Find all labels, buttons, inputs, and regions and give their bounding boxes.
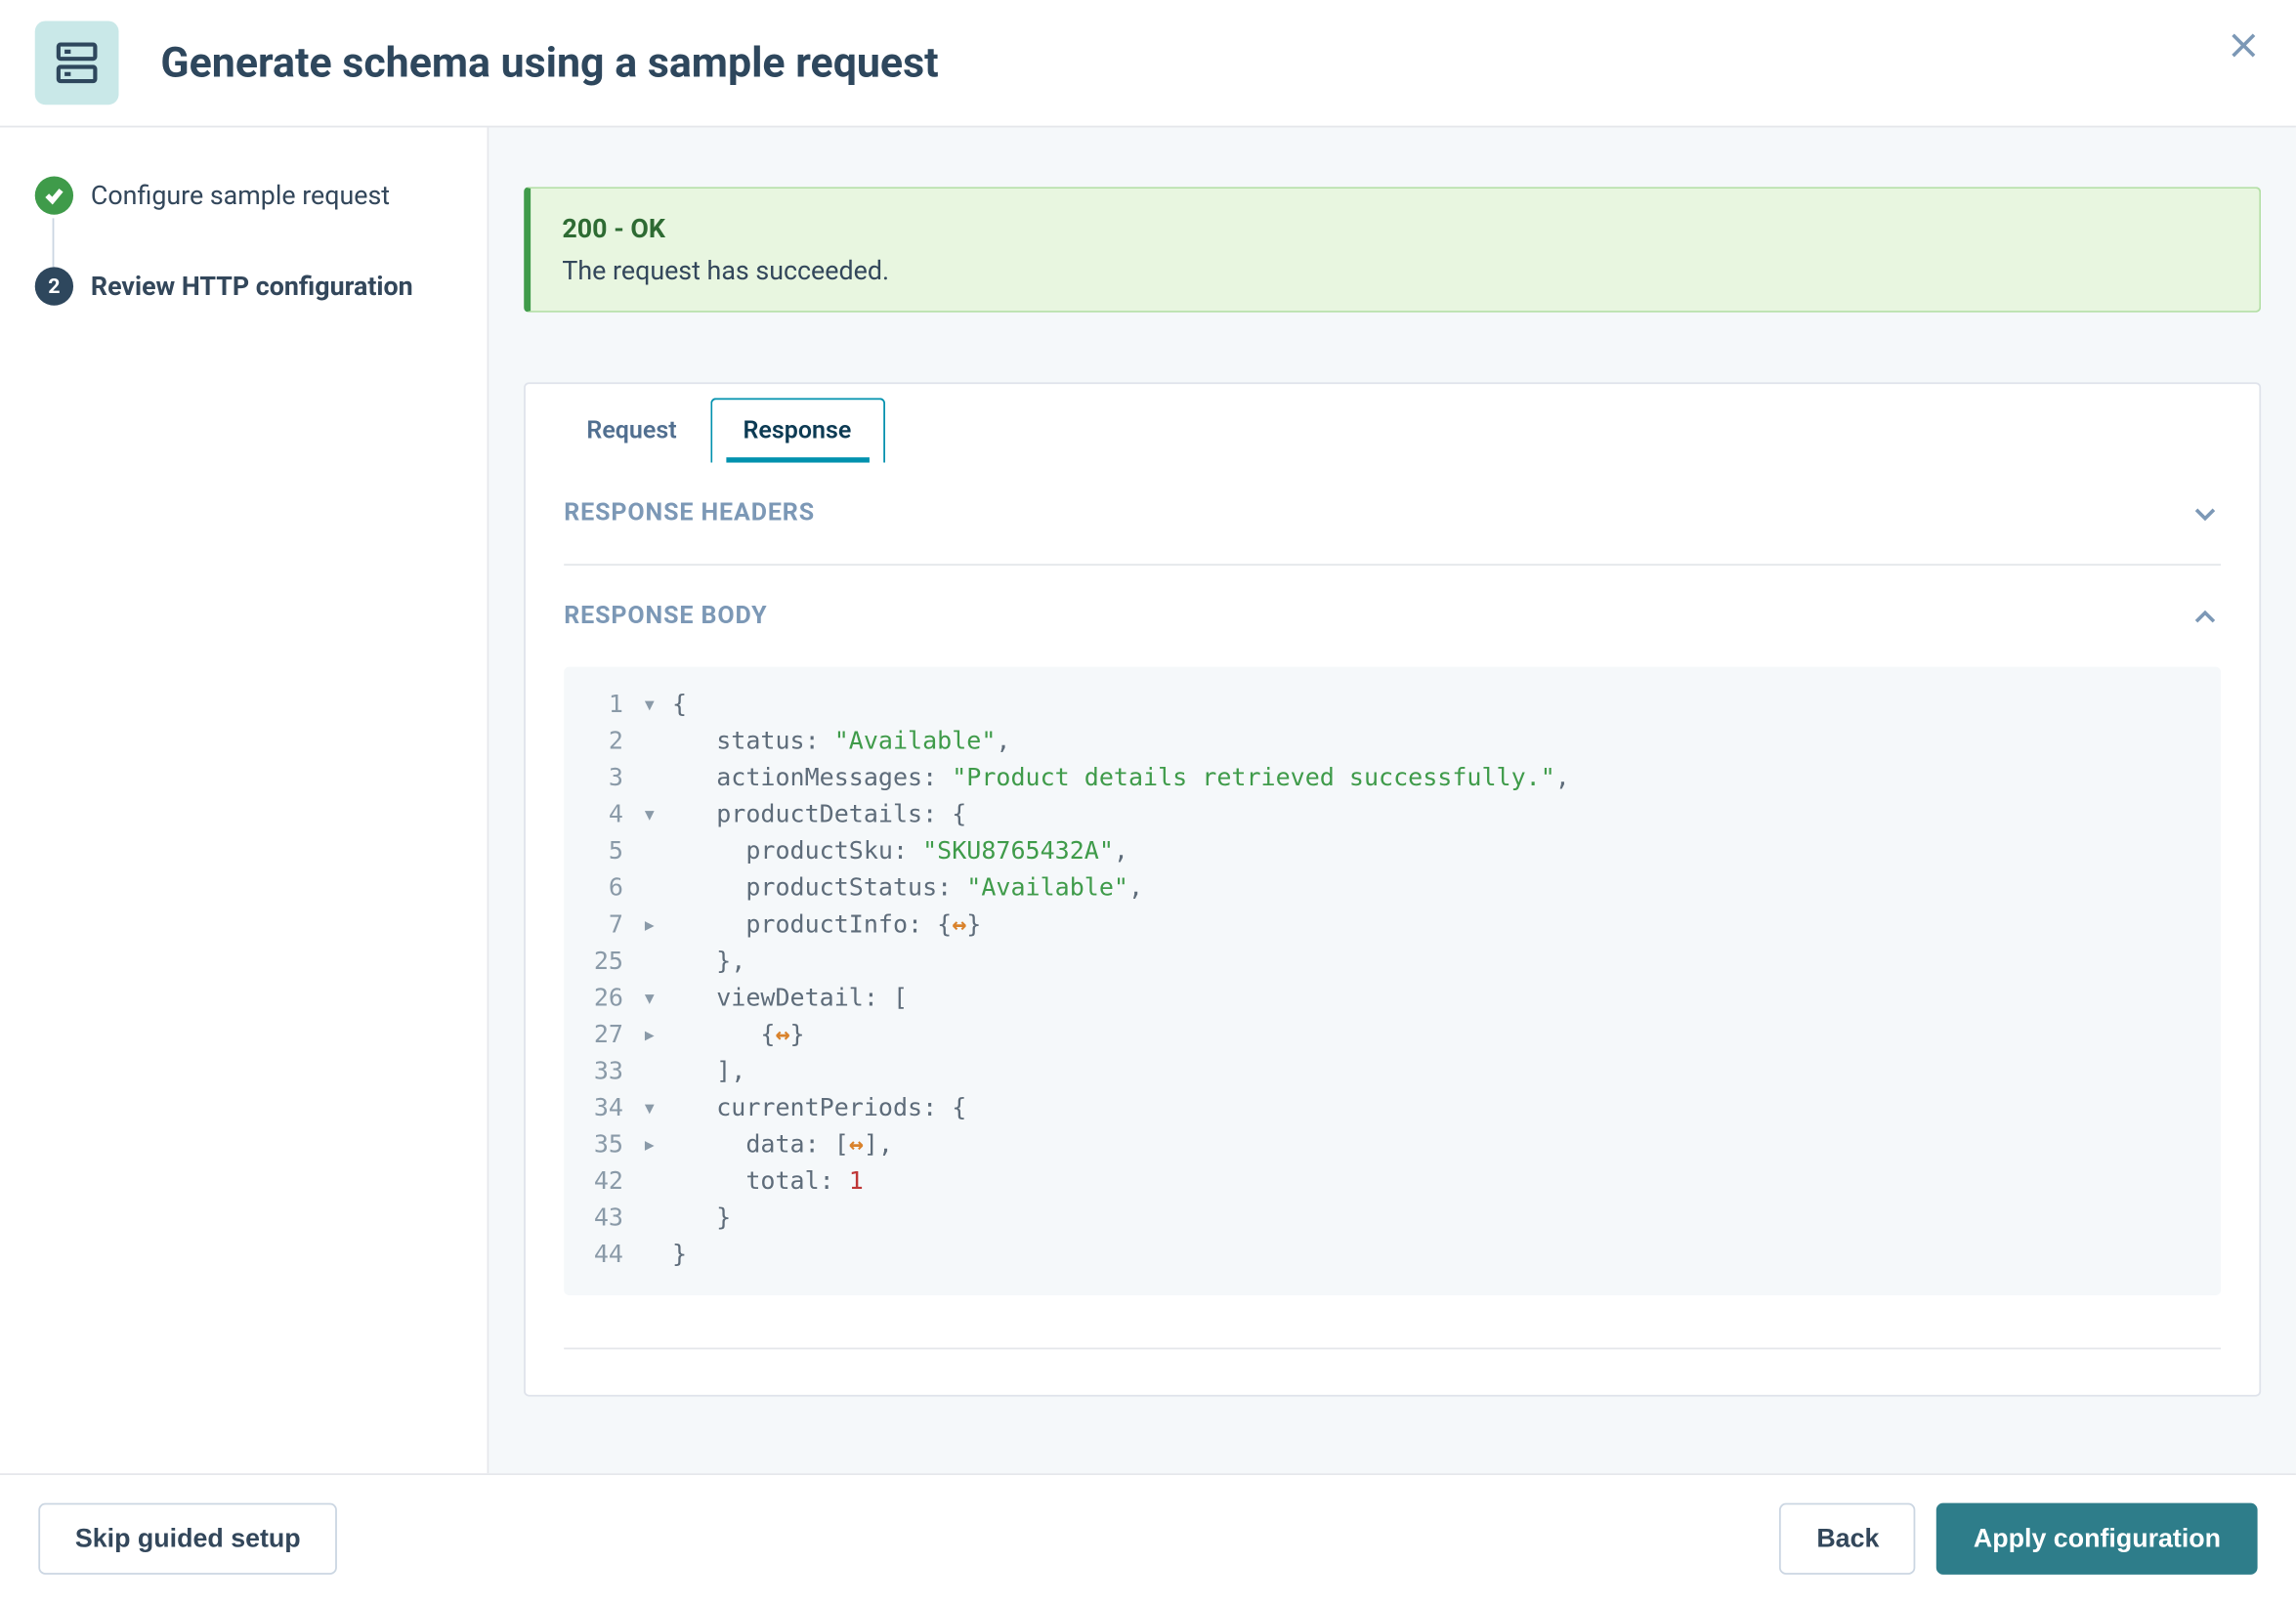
code-content: ], xyxy=(665,1054,2221,1091)
line-number: 1 xyxy=(564,688,633,725)
code-line: 27▸ {↔} xyxy=(564,1018,2221,1055)
fold-gutter-icon xyxy=(634,761,665,798)
fold-gutter-icon xyxy=(634,1054,665,1091)
line-number: 44 xyxy=(564,1238,633,1275)
response-headers-toggle[interactable]: RESPONSE HEADERS xyxy=(564,463,2221,566)
step-label: Configure sample request xyxy=(91,180,390,211)
schema-icon xyxy=(35,21,119,105)
code-content: } xyxy=(665,1201,2221,1238)
code-content: { xyxy=(665,688,2221,725)
skip-guided-setup-button[interactable]: Skip guided setup xyxy=(38,1503,337,1575)
response-body-code[interactable]: 1▾{2 status: "Available",3 actionMessage… xyxy=(564,667,2221,1295)
code-content: currentPeriods: { xyxy=(665,1091,2221,1128)
step-connector xyxy=(53,218,55,267)
fold-gutter-icon xyxy=(634,1201,665,1238)
code-line: 5 productSku: "SKU8765432A", xyxy=(564,834,2221,871)
code-line: 6 productStatus: "Available", xyxy=(564,871,2221,908)
step-number-icon: 2 xyxy=(35,267,73,305)
response-card: Request Response RESPONSE HEADERS RESPON… xyxy=(524,382,2261,1396)
fold-gutter-icon xyxy=(634,871,665,908)
apply-configuration-button[interactable]: Apply configuration xyxy=(1936,1503,2257,1575)
check-icon xyxy=(35,176,73,214)
fold-gutter-icon xyxy=(634,1164,665,1202)
code-line: 1▾{ xyxy=(564,688,2221,725)
code-line: 3 actionMessages: "Product details retri… xyxy=(564,761,2221,798)
code-content: actionMessages: "Product details retriev… xyxy=(665,761,2221,798)
code-content: status: "Available", xyxy=(665,725,2221,762)
line-number: 43 xyxy=(564,1201,633,1238)
section-title: RESPONSE BODY xyxy=(564,603,767,631)
code-content: productInfo: {↔} xyxy=(665,908,2221,945)
status-message: The request has succeeded. xyxy=(562,255,2228,286)
code-line: 42 total: 1 xyxy=(564,1164,2221,1202)
line-number: 2 xyxy=(564,725,633,762)
code-content: data: [↔], xyxy=(665,1127,2221,1164)
step-label: Review HTTP configuration xyxy=(91,271,413,302)
code-content: viewDetail: [ xyxy=(665,981,2221,1018)
fold-gutter-icon xyxy=(634,945,665,982)
fold-gutter-icon[interactable]: ▾ xyxy=(634,688,665,725)
line-number: 34 xyxy=(564,1091,633,1128)
tabs: Request Response xyxy=(526,384,2259,462)
line-number: 4 xyxy=(564,798,633,835)
code-content: {↔} xyxy=(665,1018,2221,1055)
code-line: 4▾ productDetails: { xyxy=(564,798,2221,835)
tab-response[interactable]: Response xyxy=(710,398,885,462)
close-button[interactable] xyxy=(2230,31,2265,66)
step-configure-sample-request[interactable]: Configure sample request xyxy=(35,176,452,214)
code-content: productSku: "SKU8765432A", xyxy=(665,834,2221,871)
line-number: 33 xyxy=(564,1054,633,1091)
code-line: 35▸ data: [↔], xyxy=(564,1127,2221,1164)
line-number: 6 xyxy=(564,871,633,908)
fold-gutter-icon xyxy=(634,834,665,871)
line-number: 35 xyxy=(564,1127,633,1164)
status-banner: 200 - OK The request has succeeded. xyxy=(524,187,2261,313)
code-line: 33 ], xyxy=(564,1054,2221,1091)
fold-gutter-icon[interactable]: ▸ xyxy=(634,1127,665,1164)
fold-gutter-icon[interactable]: ▾ xyxy=(634,798,665,835)
line-number: 27 xyxy=(564,1018,633,1055)
section-title: RESPONSE HEADERS xyxy=(564,499,815,528)
response-body-toggle[interactable]: RESPONSE BODY xyxy=(564,566,2221,667)
dialog-header: Generate schema using a sample request xyxy=(0,0,2296,127)
code-content: } xyxy=(665,1238,2221,1275)
sidebar: Configure sample request 2 Review HTTP c… xyxy=(0,127,489,1473)
code-line: 44} xyxy=(564,1238,2221,1275)
line-number: 7 xyxy=(564,908,633,945)
footer: Skip guided setup Back Apply configurati… xyxy=(0,1473,2296,1604)
code-line: 34▾ currentPeriods: { xyxy=(564,1091,2221,1128)
status-code: 200 - OK xyxy=(562,213,2228,244)
line-number: 25 xyxy=(564,945,633,982)
fold-gutter-icon[interactable]: ▾ xyxy=(634,1091,665,1128)
code-line: 25 }, xyxy=(564,945,2221,982)
line-number: 3 xyxy=(564,761,633,798)
line-number: 26 xyxy=(564,981,633,1018)
back-button[interactable]: Back xyxy=(1780,1503,1916,1575)
fold-gutter-icon[interactable]: ▸ xyxy=(634,1018,665,1055)
fold-gutter-icon xyxy=(634,725,665,762)
page-title: Generate schema using a sample request xyxy=(160,38,938,87)
tab-request[interactable]: Request xyxy=(553,398,709,462)
code-line: 26▾ viewDetail: [ xyxy=(564,981,2221,1018)
line-number: 5 xyxy=(564,834,633,871)
chevron-down-icon xyxy=(2190,497,2221,528)
fold-gutter-icon[interactable]: ▾ xyxy=(634,981,665,1018)
line-number: 42 xyxy=(564,1164,633,1202)
main-content: 200 - OK The request has succeeded. Requ… xyxy=(489,127,2296,1473)
code-content: }, xyxy=(665,945,2221,982)
fold-gutter-icon[interactable]: ▸ xyxy=(634,908,665,945)
code-line: 43 } xyxy=(564,1201,2221,1238)
chevron-up-icon xyxy=(2190,601,2221,632)
code-content: total: 1 xyxy=(665,1164,2221,1202)
code-content: productDetails: { xyxy=(665,798,2221,835)
fold-gutter-icon xyxy=(634,1238,665,1275)
code-line: 7▸ productInfo: {↔} xyxy=(564,908,2221,945)
code-content: productStatus: "Available", xyxy=(665,871,2221,908)
code-line: 2 status: "Available", xyxy=(564,725,2221,762)
step-review-http-config[interactable]: 2 Review HTTP configuration xyxy=(35,267,452,305)
divider xyxy=(564,1348,2221,1395)
